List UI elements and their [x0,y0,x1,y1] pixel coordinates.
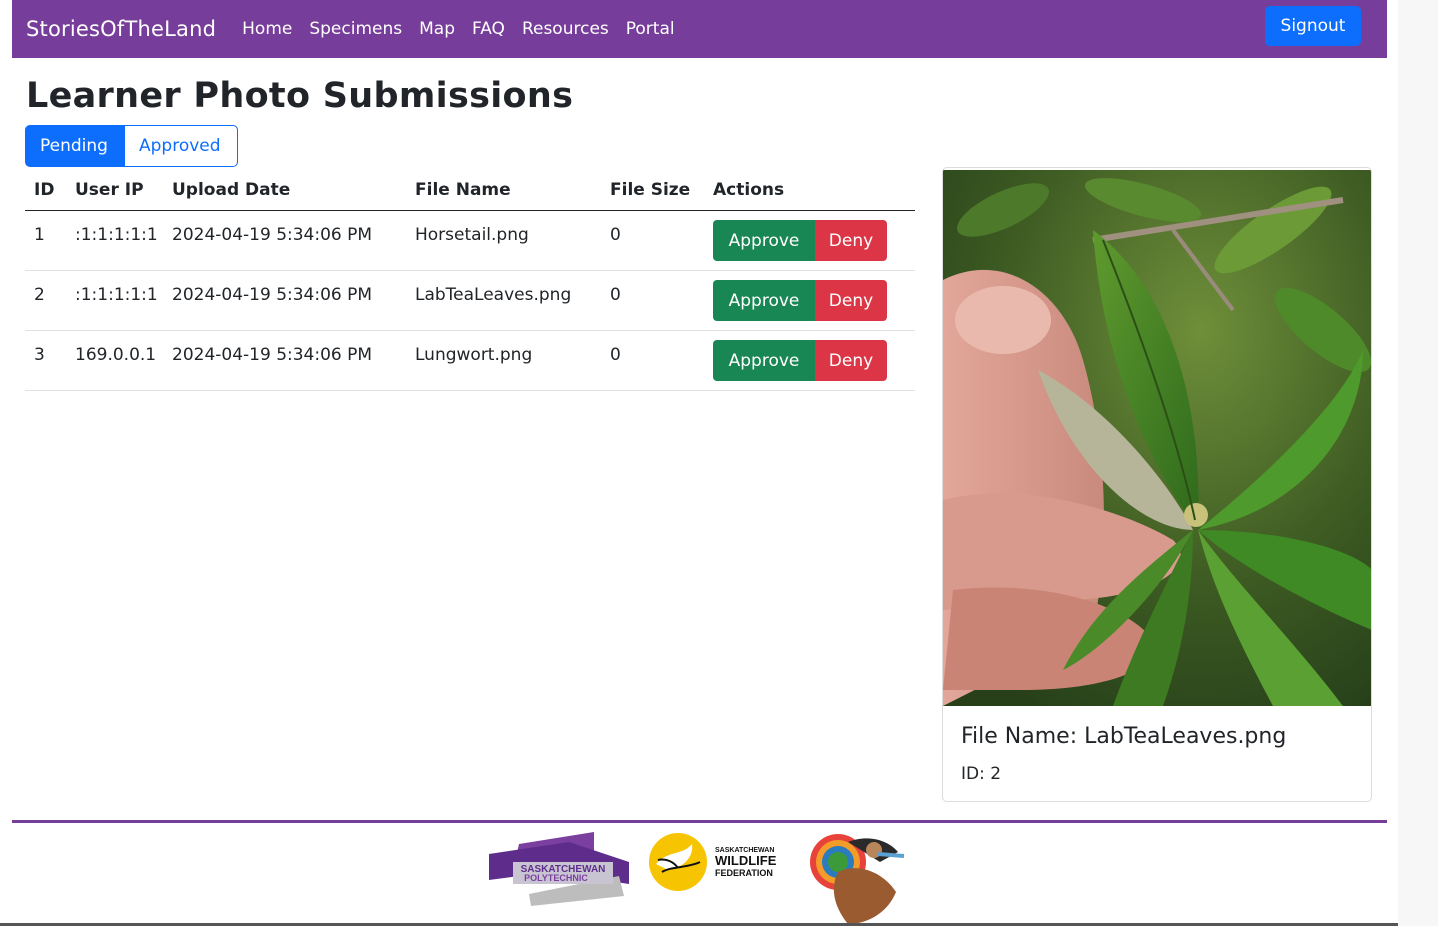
header-file-name: File Name [406,170,601,211]
nav-resources[interactable]: Resources [522,19,609,39]
table-row: 3 169.0.0.1 2024-04-19 5:34:06 PM Lungwo… [25,330,915,391]
brand-link[interactable]: StoriesOfTheLand [26,17,216,41]
row-file-name[interactable]: Lungwort.png [415,331,601,365]
cell-size: 0 [601,330,704,391]
page-scroll-gutter [1398,0,1438,926]
saskatchewan-polytechnic-logo: SASKATCHEWAN POLYTECHNIC [489,832,629,906]
row-file-size: 0 [610,285,621,305]
row-date: 2024-04-19 5:34:06 PM [172,225,373,245]
header-upload-date: Upload Date [163,170,406,211]
nav-portal[interactable]: Portal [626,19,675,39]
cell-id: 2 [25,270,66,331]
cell-date: 2024-04-19 5:34:06 PM [163,330,406,391]
top-navbar: StoriesOfTheLand Home Specimens Map FAQ … [12,0,1387,58]
row-date: 2024-04-19 5:34:06 PM [172,285,373,305]
signout-button[interactable]: Signout [1265,6,1361,46]
cell-file: LabTeaLeaves.png [406,270,601,331]
nav-faq[interactable]: FAQ [472,19,505,39]
row-id: 3 [34,345,45,365]
logo-text-line: FEDERATION [715,868,773,878]
row-file-name[interactable]: Horsetail.png [415,211,601,245]
cell-actions: Approve Deny [704,270,915,331]
approve-button[interactable]: Approve [713,220,815,261]
action-button-group: Approve Deny [713,340,887,381]
indigenous-partner-logo [810,834,905,924]
cell-date: 2024-04-19 5:34:06 PM [163,210,406,271]
row-file-name[interactable]: LabTeaLeaves.png [415,271,601,305]
row-id: 2 [34,285,45,305]
nav-home[interactable]: Home [242,19,292,39]
nav-specimens[interactable]: Specimens [309,19,402,39]
footer-divider [12,820,1387,823]
cell-ip: :1:1:1:1:1 [66,210,163,271]
cell-ip: 169.0.0.1 [66,330,163,391]
table-row: 1 :1:1:1:1:1 2024-04-19 5:34:06 PM Horse… [25,210,915,271]
cell-ip: :1:1:1:1:1 [66,270,163,331]
row-date: 2024-04-19 5:34:06 PM [172,345,373,365]
tab-approved[interactable]: Approved [125,125,238,167]
deny-button[interactable]: Deny [815,220,887,261]
header-user-ip: User IP [66,170,163,211]
cell-actions: Approve Deny [704,210,915,271]
approve-button[interactable]: Approve [713,340,815,381]
action-button-group: Approve Deny [713,220,887,261]
preview-id: ID: 2 [961,764,1002,784]
nav-map[interactable]: Map [419,19,455,39]
preview-card: File Name: LabTeaLeaves.png ID: 2 [942,167,1372,802]
status-tabs: Pending Approved [25,125,238,167]
cell-id: 3 [25,330,66,391]
row-ip: 169.0.0.1 [75,345,157,365]
cell-size: 0 [601,210,704,271]
row-file-size: 0 [610,225,621,245]
logo-text-line: WILDLIFE [715,853,777,868]
wildlife-federation-logo: SASKATCHEWAN WILDLIFE FEDERATION [649,833,777,891]
submission-photo [943,170,1371,706]
preview-file-name: File Name: LabTeaLeaves.png [961,724,1287,749]
row-ip: :1:1:1:1:1 [75,225,158,245]
deny-button[interactable]: Deny [815,340,887,381]
cell-actions: Approve Deny [704,330,915,391]
submissions-table: ID User IP Upload Date File Name File Si… [25,170,915,391]
table-header-row: ID User IP Upload Date File Name File Si… [25,170,915,211]
tab-pending[interactable]: Pending [25,125,125,167]
approve-button[interactable]: Approve [713,280,815,321]
table-row: 2 :1:1:1:1:1 2024-04-19 5:34:06 PM LabTe… [25,270,915,331]
cell-id: 1 [25,210,66,271]
row-ip: :1:1:1:1:1 [75,285,158,305]
cell-file: Lungwort.png [406,330,601,391]
deny-button[interactable]: Deny [815,280,887,321]
row-id: 1 [34,225,45,245]
header-file-size: File Size [601,170,704,211]
cell-date: 2024-04-19 5:34:06 PM [163,270,406,331]
header-actions: Actions [704,170,915,211]
header-id: ID [25,170,66,211]
action-button-group: Approve Deny [713,280,887,321]
row-file-size: 0 [610,345,621,365]
cell-file: Horsetail.png [406,210,601,271]
logo-text-line: POLYTECHNIC [524,873,588,883]
page-title: Learner Photo Submissions [26,76,574,116]
cell-size: 0 [601,270,704,331]
